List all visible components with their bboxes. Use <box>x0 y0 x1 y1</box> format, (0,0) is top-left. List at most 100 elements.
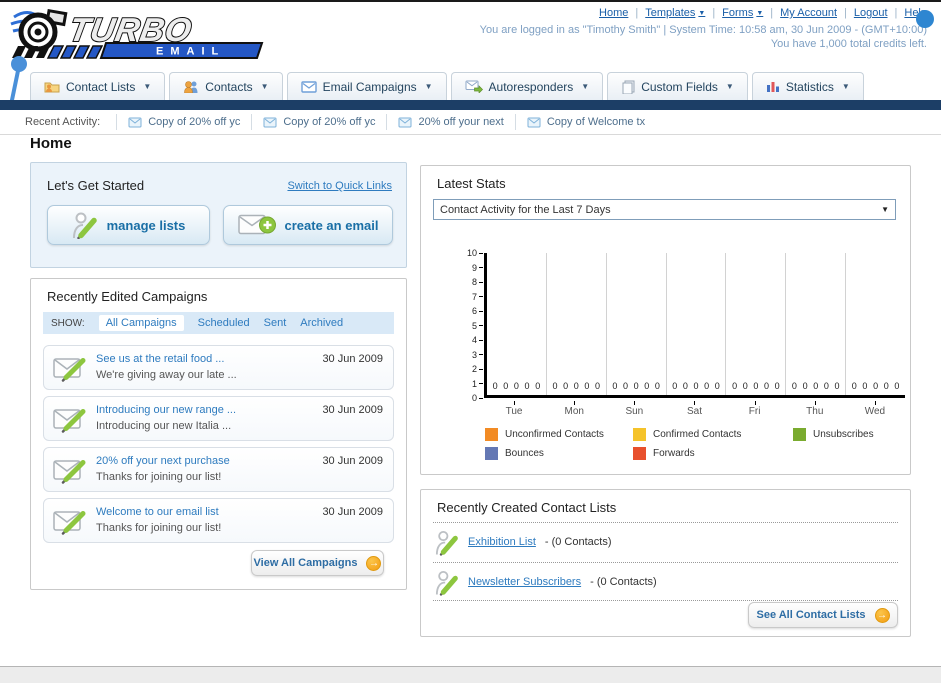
data-value-label: 0 <box>595 381 601 391</box>
legend-item: Unsubscribes <box>793 428 941 441</box>
campaigns-title: Recently Edited Campaigns <box>47 289 208 304</box>
campaign-date: 30 Jun 2009 <box>322 506 383 518</box>
arrow-right-icon: → <box>874 607 890 623</box>
help-bubble-icon[interactable] <box>916 10 934 28</box>
recent-activity-item[interactable]: Copy of 20% off yc <box>116 114 251 130</box>
manage-lists-button[interactable]: manage lists <box>47 205 210 245</box>
y-axis-tick: 1 <box>472 379 483 389</box>
filter-all-campaigns[interactable]: All Campaigns <box>98 315 184 331</box>
y-axis-tick: 4 <box>472 335 483 345</box>
y-axis-tick: 6 <box>472 306 483 316</box>
nav-link-my-account[interactable]: My Account <box>780 7 837 19</box>
tab-statistics[interactable]: Statistics ▼ <box>751 72 864 100</box>
create-email-button[interactable]: create an email <box>223 205 393 245</box>
campaign-row[interactable]: 20% off your next purchase Thanks for jo… <box>43 447 394 492</box>
arrow-right-icon: → <box>366 555 382 571</box>
latest-stats-panel: Latest Stats Contact Activity for the La… <box>420 165 911 475</box>
legend-label: Unsubscribes <box>813 429 874 440</box>
x-axis-label: Wed <box>845 401 905 417</box>
chart-day-group: 00000 <box>547 253 607 395</box>
view-all-campaigns-button[interactable]: View All Campaigns → <box>251 550 384 576</box>
chart-day-group: 00000 <box>846 253 905 395</box>
chevron-down-icon: ▼ <box>725 82 734 91</box>
campaign-title-link[interactable]: Introducing our new range ... <box>96 404 236 416</box>
data-value-label: 0 <box>763 381 769 391</box>
data-value-label: 0 <box>823 381 829 391</box>
envelope-pencil-icon <box>53 511 86 535</box>
chart-day-group: 00000 <box>487 253 547 395</box>
data-value-label: 0 <box>813 381 819 391</box>
data-value-label: 0 <box>622 381 628 391</box>
divider <box>433 562 898 563</box>
envelope-icon <box>398 117 412 127</box>
see-all-contact-lists-button[interactable]: See All Contact Lists → <box>748 602 898 628</box>
data-value-label: 0 <box>612 381 618 391</box>
main-nav-tabs: Contact Lists ▼ Contacts ▼ Email Campaigns… <box>30 72 864 100</box>
filter-scheduled[interactable]: Scheduled <box>198 317 250 329</box>
x-axis-label: Fri <box>725 401 785 417</box>
data-value-label: 0 <box>563 381 569 391</box>
tab-contact-lists[interactable]: Contact Lists ▼ <box>30 72 166 100</box>
nav-link-templates[interactable]: Templates ▼ <box>645 7 705 19</box>
filter-sent[interactable]: Sent <box>264 317 287 329</box>
recent-activity-label: Recent Activity: <box>25 116 101 128</box>
switch-to-quick-links[interactable]: Switch to Quick Links <box>287 180 392 192</box>
contact-list-count: - (0 Contacts) <box>544 536 612 548</box>
data-value-label: 0 <box>851 381 857 391</box>
chart-day-group: 00000 <box>726 253 787 395</box>
show-label: SHOW: <box>51 317 85 329</box>
chart-day-group: 00000 <box>607 253 667 395</box>
tab-custom-fields[interactable]: Custom Fields ▼ <box>607 72 748 100</box>
contact-lists-panel: Recently Created Contact Lists Exhibitio… <box>420 489 911 637</box>
nav-link-logout[interactable]: Logout <box>854 7 888 19</box>
contact-list-link[interactable]: Exhibition List <box>468 536 536 548</box>
tab-contacts[interactable]: Contacts ▼ <box>169 72 283 100</box>
nav-underline-bar <box>0 100 941 110</box>
campaign-subtitle: We're giving away our late ... <box>96 369 237 381</box>
data-value-label: 0 <box>682 381 688 391</box>
nav-link-home[interactable]: Home <box>599 7 628 19</box>
campaign-title-link[interactable]: Welcome to our email list <box>96 506 219 518</box>
chevron-down-icon: ▼ <box>143 82 152 91</box>
stats-period-select[interactable]: Contact Activity for the Last 7 Days <box>433 199 896 220</box>
data-value-label: 0 <box>644 381 650 391</box>
legend-label: Forwards <box>653 448 695 459</box>
campaign-title-link[interactable]: See us at the retail food ... <box>96 353 224 365</box>
campaigns-filter-bar: SHOW: All Campaigns Scheduled Sent Archi… <box>43 312 394 334</box>
data-value-label: 0 <box>883 381 889 391</box>
person-pencil-icon <box>72 212 97 239</box>
data-value-label: 0 <box>524 381 530 391</box>
credits-info: You have 1,000 total credits left. <box>770 38 927 50</box>
contact-list-link[interactable]: Newsletter Subscribers <box>468 576 581 588</box>
legend-item: Bounces <box>485 447 633 460</box>
app-logo: TURBO EMAIL <box>10 8 264 59</box>
folder-user-icon <box>44 82 60 93</box>
data-value-label: 0 <box>573 381 579 391</box>
pages-icon <box>622 80 635 94</box>
latest-stats-title: Latest Stats <box>437 176 506 191</box>
campaign-row[interactable]: Introducing our new range ... Introducin… <box>43 396 394 441</box>
campaign-title-link[interactable]: 20% off your next purchase <box>96 455 230 467</box>
data-value-label: 0 <box>503 381 509 391</box>
divider <box>433 522 898 523</box>
recent-activity-item[interactable]: 20% off your next <box>386 114 514 130</box>
chart-x-axis: Tue Mon Sun Sat Fri Thu Wed <box>484 401 905 417</box>
recent-activity-bar: Recent Activity: Copy of 20% off yc Copy… <box>0 110 941 135</box>
tab-email-campaigns[interactable]: Email Campaigns ▼ <box>286 72 447 100</box>
filter-archived[interactable]: Archived <box>300 317 343 329</box>
campaign-row[interactable]: See us at the retail food ... We're givi… <box>43 345 394 390</box>
recent-activity-item[interactable]: Copy of Welcome tx <box>514 114 656 130</box>
chevron-down-icon: ▼ <box>581 82 590 91</box>
tab-autoresponders[interactable]: Autoresponders ▼ <box>450 72 604 100</box>
envelope-icon <box>263 117 277 127</box>
x-axis-label: Sun <box>604 401 664 417</box>
nav-link-forms[interactable]: Forms ▼ <box>722 7 763 19</box>
campaign-row[interactable]: Welcome to our email list Thanks for joi… <box>43 498 394 543</box>
data-value-label: 0 <box>654 381 660 391</box>
legend-item: Unconfirmed Contacts <box>485 428 633 441</box>
envelope-icon <box>300 80 317 93</box>
x-axis-label: Tue <box>484 401 544 417</box>
legend-label: Unconfirmed Contacts <box>505 429 604 440</box>
recent-activity-item[interactable]: Copy of 20% off yc <box>251 114 386 130</box>
chevron-down-icon: ▼ <box>424 82 433 91</box>
